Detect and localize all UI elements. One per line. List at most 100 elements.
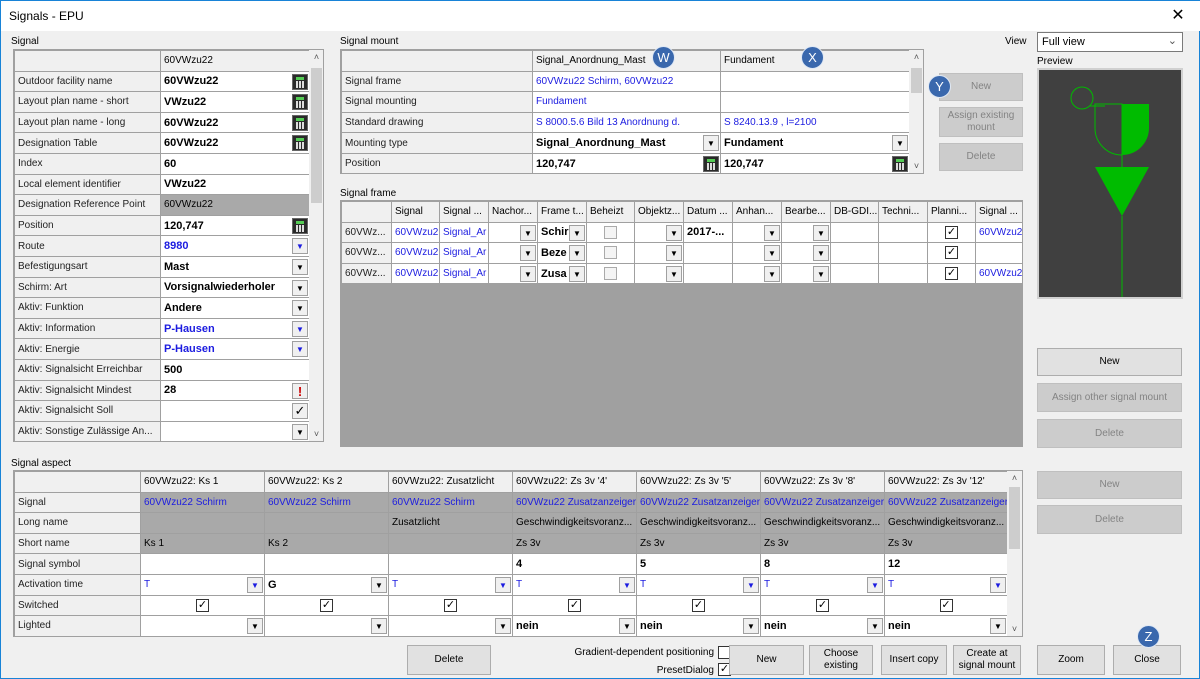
checkbox[interactable]: ✓ xyxy=(196,598,209,612)
checkbox[interactable]: ✓ xyxy=(692,598,705,612)
assign-existing-mount-button[interactable]: Assign existing mount xyxy=(939,107,1023,137)
frame-cell[interactable]: Zusa xyxy=(537,262,587,285)
mount-value[interactable]: 120,747 xyxy=(720,152,910,173)
dropdown-button[interactable] xyxy=(569,224,585,241)
property-value[interactable]: 60VWzu22 xyxy=(160,70,310,93)
property-value[interactable]: 60VWzu22 xyxy=(160,111,310,134)
frame-cell[interactable]: ✓ xyxy=(927,221,976,244)
dropdown-button[interactable] xyxy=(292,320,308,337)
checkbox[interactable] xyxy=(604,246,617,260)
property-value[interactable]: 120,747 xyxy=(160,214,310,237)
delete-button[interactable]: Delete xyxy=(407,645,491,675)
choose-existing-button[interactable]: Choose existing xyxy=(809,645,873,675)
dropdown-button[interactable] xyxy=(764,245,780,262)
frame-cell[interactable]: ✓ xyxy=(927,262,976,285)
aspect-cell[interactable]: ✓ xyxy=(636,594,761,617)
dropdown-button[interactable] xyxy=(619,618,635,635)
frame-cell[interactable] xyxy=(586,221,635,244)
checkbox[interactable]: ✓ xyxy=(945,225,958,239)
scroll-up-icon[interactable]: ˄ xyxy=(309,52,323,62)
property-value[interactable]: Mast xyxy=(160,255,310,278)
frame-cell[interactable] xyxy=(781,262,831,285)
aspect-new-button[interactable]: New xyxy=(1037,471,1182,499)
frame-cell[interactable] xyxy=(732,242,782,264)
dropdown-button[interactable] xyxy=(292,300,308,317)
property-value[interactable]: 8980 xyxy=(160,235,310,257)
aspect-cell[interactable]: T xyxy=(388,573,513,596)
aspect-cell[interactable]: nein xyxy=(884,615,1008,636)
aspect-delete-button[interactable]: Delete xyxy=(1037,505,1182,534)
property-value[interactable] xyxy=(160,420,310,441)
checkbox[interactable] xyxy=(604,267,617,281)
new-button[interactable]: New xyxy=(729,645,804,675)
vertical-scrollbar[interactable]: ˄ ˅ xyxy=(909,50,923,173)
frame-row[interactable]: 60VWz... 60VWzu2 Signal_Ar Schir 2017-... ✓ 60… xyxy=(341,221,1022,244)
dropdown-button[interactable] xyxy=(569,245,585,262)
frame-cell[interactable] xyxy=(732,221,782,244)
aspect-cell[interactable]: ✓ xyxy=(760,594,885,617)
dropdown-button[interactable] xyxy=(569,265,585,282)
view-select[interactable]: Full view ⌄ xyxy=(1037,32,1183,52)
aspect-cell[interactable]: T xyxy=(512,573,637,596)
dropdown-button[interactable] xyxy=(292,423,308,440)
dropdown-button[interactable] xyxy=(764,265,780,282)
mount-new-button[interactable]: New xyxy=(939,73,1023,101)
checkbox[interactable]: ✓ xyxy=(320,598,333,612)
dropdown-button[interactable] xyxy=(743,576,759,593)
scrollbar-thumb[interactable] xyxy=(1009,487,1020,549)
close-icon[interactable]: ✕ xyxy=(1155,1,1200,31)
aspect-cell[interactable]: T xyxy=(760,573,885,596)
frame-new-button[interactable]: New xyxy=(1037,348,1182,376)
aspect-cell[interactable]: T xyxy=(884,573,1008,596)
dropdown-button[interactable] xyxy=(990,618,1006,635)
calculator-icon[interactable] xyxy=(292,94,308,111)
frame-cell[interactable] xyxy=(488,221,538,244)
aspect-cell[interactable]: nein xyxy=(512,615,637,636)
dropdown-button[interactable] xyxy=(292,238,308,255)
aspect-cell[interactable] xyxy=(140,615,265,636)
dropdown-button[interactable] xyxy=(813,265,829,282)
zoom-button[interactable]: Zoom xyxy=(1037,645,1105,675)
scrollbar-thumb[interactable] xyxy=(311,68,322,203)
checkbox[interactable]: ✓ xyxy=(444,598,457,612)
aspect-cell[interactable]: T xyxy=(140,573,265,596)
checkbox[interactable] xyxy=(604,225,617,239)
scroll-down-icon[interactable]: ˅ xyxy=(309,429,323,439)
frame-cell[interactable]: Schir xyxy=(537,221,587,244)
frame-cell[interactable]: ✓ xyxy=(927,242,976,264)
scroll-down-icon[interactable]: ˅ xyxy=(1007,624,1022,634)
dropdown-button[interactable] xyxy=(520,245,536,262)
aspect-cell[interactable]: T xyxy=(636,573,761,596)
dropdown-button[interactable] xyxy=(666,245,682,262)
dropdown-button[interactable] xyxy=(371,576,387,593)
dropdown-button[interactable] xyxy=(520,224,536,241)
dropdown-button[interactable] xyxy=(867,576,883,593)
aspect-cell[interactable]: nein xyxy=(760,615,885,636)
calculator-icon[interactable] xyxy=(292,217,308,234)
scrollbar-thumb[interactable] xyxy=(911,68,922,93)
dropdown-button[interactable] xyxy=(813,224,829,241)
frame-cell[interactable] xyxy=(634,242,684,264)
insert-copy-button[interactable]: Insert copy xyxy=(881,645,947,675)
scroll-up-icon[interactable]: ˄ xyxy=(909,52,923,62)
frame-cell[interactable]: Beze xyxy=(537,242,587,264)
dropdown-button[interactable] xyxy=(666,224,682,241)
calculator-icon[interactable] xyxy=(292,73,308,90)
dropdown-button[interactable] xyxy=(743,618,759,635)
dropdown-button[interactable] xyxy=(666,265,682,282)
scroll-up-icon[interactable]: ˄ xyxy=(1007,473,1022,483)
dropdown-button[interactable] xyxy=(495,618,511,635)
aspect-cell[interactable]: ✓ xyxy=(140,594,265,617)
dropdown-button[interactable] xyxy=(292,279,308,296)
dropdown-button[interactable] xyxy=(867,618,883,635)
property-value[interactable]: VWzu22 xyxy=(160,91,310,113)
checkbox[interactable]: ✓ xyxy=(939,598,953,612)
assign-other-signal-mount-button[interactable]: Assign other signal mount xyxy=(1037,383,1182,412)
dropdown-button[interactable] xyxy=(892,135,908,152)
frame-row[interactable]: 60VWz... 60VWzu2 Signal_Ar Zusa ✓ 60VWzu2 xyxy=(341,262,1022,285)
checkbox[interactable]: ✓ xyxy=(568,598,581,612)
aspect-cell[interactable]: ✓ xyxy=(388,594,513,617)
dropdown-button[interactable] xyxy=(990,576,1006,593)
dropdown-button[interactable] xyxy=(371,618,387,635)
aspect-cell[interactable]: ✓ xyxy=(884,594,1008,617)
